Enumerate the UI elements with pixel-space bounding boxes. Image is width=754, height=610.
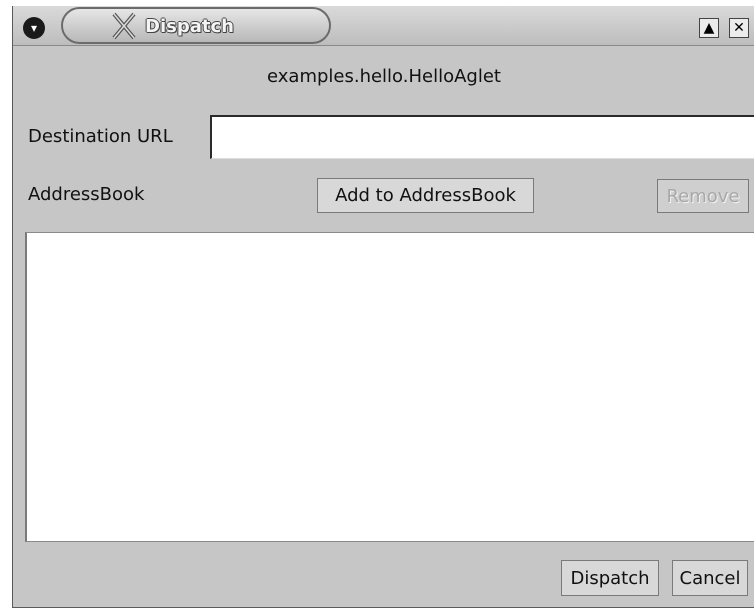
- title-tab[interactable]: Dispatch: [61, 7, 331, 44]
- addressbook-list[interactable]: [25, 232, 754, 542]
- title-bar[interactable]: ▾ Dispatch ▲ ✕: [13, 6, 754, 46]
- addressbook-label: AddressBook: [28, 184, 145, 205]
- dispatch-button[interactable]: Dispatch: [561, 560, 659, 596]
- x-app-icon: [112, 12, 136, 40]
- remove-button[interactable]: Remove: [657, 179, 749, 213]
- aglet-class-name: examples.hello.HelloAglet: [267, 66, 501, 87]
- destination-url-input[interactable]: [210, 115, 754, 159]
- window-menu-icon[interactable]: ▾: [23, 17, 45, 39]
- cancel-button[interactable]: Cancel: [672, 560, 748, 596]
- close-icon[interactable]: ✕: [729, 18, 749, 38]
- destination-url-label: Destination URL: [28, 126, 173, 147]
- dispatch-dialog: ▾ Dispatch ▲ ✕ examples.hello.HelloAglet…: [12, 6, 754, 608]
- maximize-icon[interactable]: ▲: [699, 18, 719, 38]
- add-to-addressbook-button[interactable]: Add to AddressBook: [317, 178, 534, 213]
- window-title: Dispatch: [145, 16, 234, 37]
